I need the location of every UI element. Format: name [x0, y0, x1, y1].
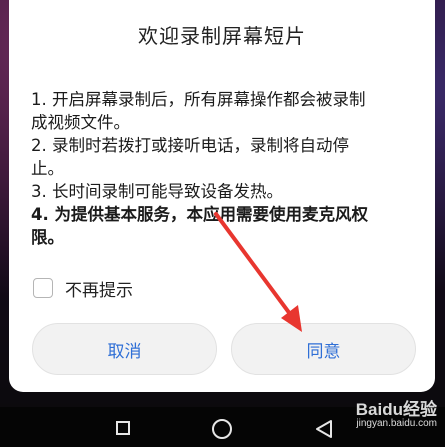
recent-apps-icon[interactable]	[116, 421, 130, 435]
message-line-bold: 4. 为提供基本服务，本应用需要使用麦克风权	[31, 205, 368, 224]
back-icon[interactable]	[315, 419, 333, 439]
watermark-main-text: Baidu经验	[355, 400, 437, 419]
message-line: 1. 开启屏幕录制后，所有屏幕操作都会被录制	[31, 90, 366, 109]
message-line: 成视频文件。	[31, 113, 130, 132]
baidu-watermark: Baidu经验 jingyan.baidu.com	[356, 395, 437, 429]
screen-record-dialog: 欢迎录制屏幕短片 1. 开启屏幕录制后，所有屏幕操作都会被录制 成视频文件。 2…	[9, 0, 435, 392]
message-line-bold: 限。	[31, 228, 64, 247]
agree-button[interactable]: 同意	[231, 323, 416, 375]
dont-show-again-label[interactable]: 不再提示	[65, 276, 133, 301]
home-icon[interactable]	[212, 419, 232, 439]
cancel-button[interactable]: 取消	[32, 323, 217, 375]
watermark-sub-text: jingyan.baidu.com	[356, 418, 437, 429]
message-line: 3. 长时间录制可能导致设备发热。	[31, 182, 283, 201]
message-line: 2. 录制时若拨打或接听电话，录制将自动停	[31, 136, 349, 155]
message-line: 止。	[31, 159, 64, 178]
dialog-message: 1. 开启屏幕录制后，所有屏幕操作都会被录制 成视频文件。 2. 录制时若拨打或…	[31, 88, 421, 249]
dont-show-again-checkbox[interactable]	[33, 278, 53, 298]
dont-show-again-row[interactable]: 不再提示	[33, 275, 133, 301]
dialog-title: 欢迎录制屏幕短片	[138, 24, 306, 48]
